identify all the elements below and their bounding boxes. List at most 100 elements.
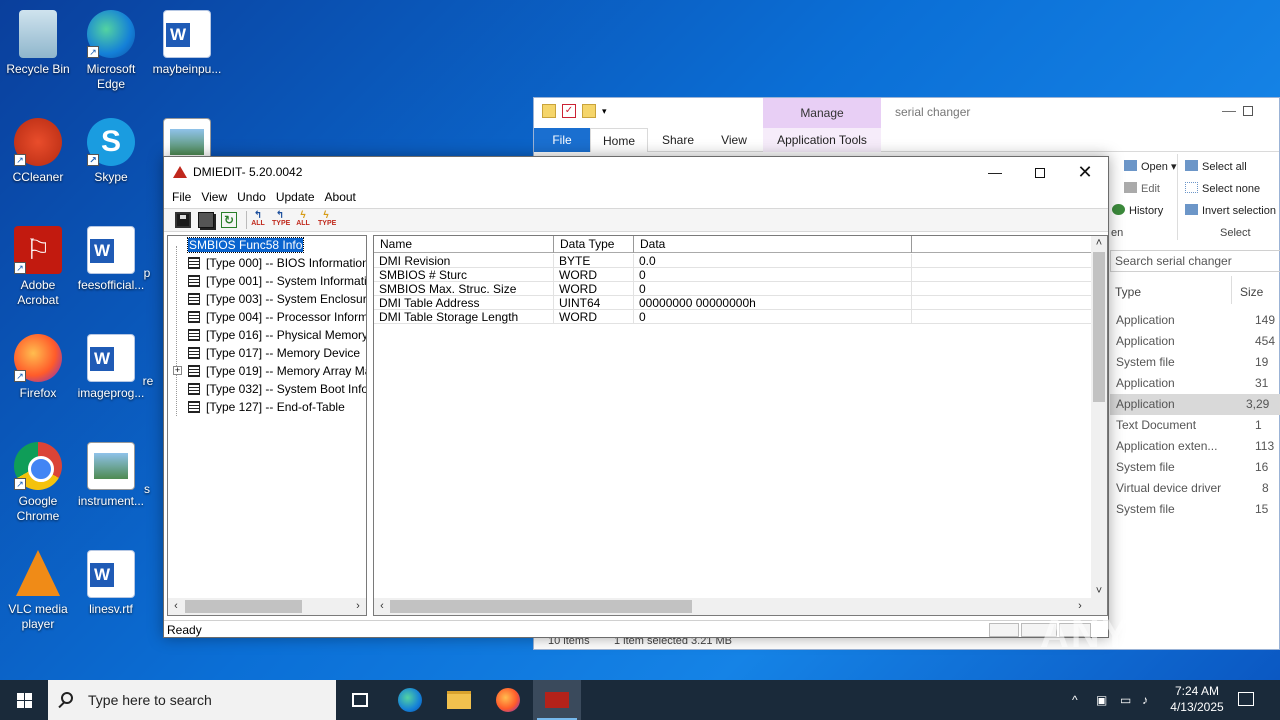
scroll-right-icon[interactable]: › <box>351 599 365 614</box>
desktop-icon-edge[interactable]: ↗ Microsoft Edge <box>73 10 149 92</box>
column-header-data-type[interactable]: Data Type <box>554 236 634 253</box>
cell-data[interactable]: 0 <box>634 268 912 282</box>
file-row[interactable]: Text Document 1 <box>1110 415 1280 436</box>
manage-tab[interactable]: Manage <box>763 98 881 128</box>
restore-type-button[interactable]: ↰ TYPE <box>272 211 290 228</box>
tab-application-tools[interactable]: Application Tools <box>763 128 881 152</box>
wifi-icon[interactable]: ▭ <box>1120 680 1131 720</box>
scrollbar-thumb[interactable] <box>390 600 692 613</box>
tree-item-type003[interactable]: [Type 003] -- System Enclosure <box>176 291 366 309</box>
desktop-icon-firefox[interactable]: ↗ Firefox <box>0 334 76 401</box>
smbios-tree[interactable]: SMBIOS Func58 Info [Type 000] -- BIOS In… <box>167 235 367 616</box>
select-all-button[interactable]: Select all <box>1185 160 1247 173</box>
file-row[interactable]: System file 16 <box>1110 457 1280 478</box>
menu-update[interactable]: Update <box>271 188 320 208</box>
file-row[interactable]: System file 19 <box>1110 352 1280 373</box>
table-row[interactable]: DMI Revision BYTE 0.0 <box>374 254 1094 268</box>
update-type-button[interactable]: ϟ TYPE <box>318 211 336 228</box>
file-row-selected[interactable]: Application 3,29 <box>1110 394 1280 415</box>
tree-item-type001[interactable]: [Type 001] -- System Information <box>176 273 366 291</box>
save-all-icon[interactable] <box>198 212 214 228</box>
tab-share[interactable]: Share <box>656 128 700 152</box>
grid-horizontal-scrollbar[interactable]: ‹ › <box>374 598 1107 615</box>
desktop-icon-vlc[interactable]: VLC media player <box>0 550 76 632</box>
taskbar-dmiedit[interactable] <box>533 680 581 720</box>
restore-all-button[interactable]: ↰ ALL <box>250 211 266 228</box>
open-button[interactable]: Open ▾ <box>1124 160 1177 173</box>
history-button[interactable]: History <box>1112 204 1163 217</box>
expand-icon[interactable]: + <box>173 366 182 375</box>
refresh-icon[interactable]: ↻ <box>221 212 237 228</box>
desktop-icon-feesofficial[interactable]: feesofficial... <box>73 226 149 293</box>
invert-selection-button[interactable]: Invert selection <box>1185 204 1276 217</box>
menu-file[interactable]: File <box>167 188 196 208</box>
column-header-name[interactable]: Name <box>374 236 554 253</box>
properties-icon[interactable]: ✓ <box>562 104 576 118</box>
minimize-button[interactable]: — <box>972 157 1018 188</box>
tree-item-type016[interactable]: [Type 016] -- Physical Memory Array <box>176 327 366 345</box>
scrollbar-thumb[interactable] <box>1093 252 1105 402</box>
tab-file[interactable]: File <box>534 128 590 152</box>
cell-data[interactable]: 0 <box>634 282 912 296</box>
file-row[interactable]: System file 15 <box>1110 499 1280 520</box>
desktop-icon-instrument[interactable]: instrument... <box>73 442 149 509</box>
task-view-button[interactable] <box>336 680 384 720</box>
column-header-size[interactable]: Size <box>1240 285 1263 299</box>
taskbar-edge[interactable] <box>386 680 434 720</box>
tab-view[interactable]: View <box>712 128 756 152</box>
folder-icon[interactable] <box>542 104 556 118</box>
chevron-down-icon[interactable]: ▾ <box>602 106 607 117</box>
desktop-icon-acrobat[interactable]: ↗ Adobe Acrobat <box>0 226 76 308</box>
tree-item-type000[interactable]: [Type 000] -- BIOS Information <box>176 255 366 273</box>
tree-item-type127[interactable]: [Type 127] -- End-of-Table <box>176 399 345 417</box>
desktop-icon-skype[interactable]: S ↗ Skype <box>73 118 149 185</box>
column-header-type[interactable]: Type <box>1115 285 1141 299</box>
cell-data[interactable]: 00000000 00000000h <box>634 296 912 310</box>
maximize-icon[interactable] <box>1243 106 1253 116</box>
file-row[interactable]: Application 149 <box>1110 310 1280 331</box>
tab-home[interactable]: Home <box>590 128 648 152</box>
close-button[interactable]: ✕ <box>1062 157 1108 188</box>
taskbar-file-explorer[interactable] <box>435 680 483 720</box>
scrollbar-thumb[interactable] <box>185 600 302 613</box>
menu-undo[interactable]: Undo <box>232 188 271 208</box>
taskbar-firefox[interactable] <box>484 680 532 720</box>
minimize-icon[interactable]: — <box>1222 102 1236 118</box>
tree-item-type019[interactable]: + [Type 019] -- Memory Array Mapped Addre… <box>173 363 366 381</box>
show-hidden-icons[interactable]: ^ <box>1072 680 1078 720</box>
select-none-button[interactable]: Select none <box>1185 182 1260 195</box>
table-row[interactable]: SMBIOS # Sturc WORD 0 <box>374 268 1094 282</box>
taskbar-clock[interactable]: 7:24 AM 4/13/2025 <box>1162 683 1232 715</box>
file-row[interactable]: Application 31 <box>1110 373 1280 394</box>
scroll-up-icon[interactable]: ˄ <box>1092 236 1106 251</box>
tree-item-type032[interactable]: [Type 032] -- System Boot Information <box>176 381 366 399</box>
desktop-icon-ccleaner[interactable]: ↗ CCleaner <box>0 118 76 185</box>
new-folder-icon[interactable] <box>582 104 596 118</box>
scroll-down-icon[interactable]: ˅ <box>1092 584 1106 599</box>
menu-about[interactable]: About <box>320 188 361 208</box>
desktop-icon-chrome[interactable]: ↗ Google Chrome <box>0 442 76 524</box>
edit-button[interactable]: Edit <box>1124 182 1160 195</box>
column-header-data[interactable]: Data <box>634 236 912 253</box>
file-row[interactable]: Application 454 <box>1110 331 1280 352</box>
table-row[interactable]: SMBIOS Max. Struc. Size WORD 0 <box>374 282 1094 296</box>
table-row[interactable]: DMI Table Storage Length WORD 0 <box>374 310 1094 324</box>
network-icon[interactable]: ▣ <box>1096 680 1107 720</box>
file-row[interactable]: Application exten... 113 <box>1110 436 1280 457</box>
notification-icon[interactable] <box>1238 692 1254 706</box>
desktop-icon-p[interactable]: p <box>127 266 167 281</box>
start-button[interactable] <box>0 680 48 720</box>
desktop-icon-recycle-bin[interactable]: Recycle Bin <box>0 10 76 77</box>
cell-data[interactable]: 0.0 <box>634 254 912 268</box>
menu-view[interactable]: View <box>196 188 232 208</box>
desktop-icon-imageprog[interactable]: imageprog... <box>73 334 149 401</box>
tree-horizontal-scrollbar[interactable]: ‹ › <box>168 598 366 615</box>
scroll-left-icon[interactable]: ‹ <box>375 599 389 614</box>
taskbar-search-input[interactable]: Type here to search <box>48 680 336 720</box>
cell-data[interactable]: 0 <box>634 310 912 324</box>
grid-vertical-scrollbar[interactable]: ˄ ˅ <box>1091 236 1107 600</box>
tree-item-type017[interactable]: [Type 017] -- Memory Device <box>176 345 360 363</box>
table-row[interactable]: DMI Table Address UINT64 00000000 000000… <box>374 296 1094 310</box>
save-icon[interactable] <box>175 212 191 228</box>
tree-item-func58[interactable]: SMBIOS Func58 Info <box>186 237 305 255</box>
